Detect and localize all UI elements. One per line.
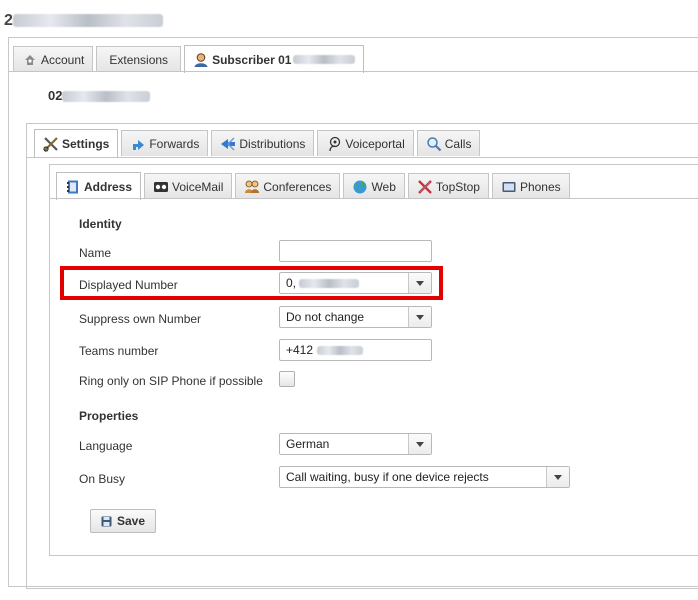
globe-icon (352, 179, 368, 195)
tab-distributions[interactable]: Distributions (211, 130, 315, 156)
tab-topstop[interactable]: TopStop (407, 173, 489, 199)
tab-subscriber-label: Subscriber 01 (212, 52, 292, 67)
ring-sip-checkbox[interactable] (279, 371, 295, 387)
teams-value: +412 (286, 343, 314, 357)
tabs-level2: Settings Forwards Distributions Voicepor… (34, 128, 483, 157)
tab-settings[interactable]: Settings (34, 129, 119, 157)
address-book-icon (65, 179, 81, 195)
onbusy-select[interactable]: Call waiting, busy if one device rejects (279, 466, 570, 488)
redacted-text (317, 345, 364, 355)
tab-subscriber[interactable]: Subscriber 01 (184, 45, 365, 73)
tab-address-label: Address (84, 179, 133, 194)
account-icon (22, 52, 38, 68)
tab-divider (27, 157, 698, 158)
voicemail-icon (153, 179, 169, 195)
teams-field[interactable]: +412 (279, 339, 432, 361)
main-panel: Account Extensions Subscriber 01 02 Sett… (8, 37, 698, 589)
tab-voiceportal[interactable]: Voiceportal (317, 130, 414, 156)
tab-voicemail[interactable]: VoiceMail (144, 173, 233, 199)
subscriber-icon (193, 52, 209, 68)
suppress-value: Do not change (286, 310, 365, 324)
onbusy-value: Call waiting, busy if one device rejects (286, 470, 489, 484)
tab-conferences-label: Conferences (263, 179, 332, 194)
tab-web[interactable]: Web (343, 173, 405, 199)
identity-heading: Identity (79, 217, 122, 231)
suppress-select[interactable]: Do not change (279, 306, 432, 328)
tab-divider (9, 71, 698, 72)
distribution-icon (220, 136, 236, 152)
chevron-down-icon[interactable] (546, 467, 569, 487)
wrench-scissors-icon (43, 136, 59, 152)
save-icon (101, 516, 112, 527)
properties-heading: Properties (79, 409, 139, 423)
tab-distributions-label: Distributions (239, 136, 306, 151)
subscriber-number: 02 (48, 88, 151, 103)
voiceportal-icon (326, 136, 342, 152)
tab-extensions-label: Extensions (109, 52, 169, 67)
phone-icon (501, 179, 517, 195)
tab-topstop-label: TopStop (435, 179, 480, 194)
onbusy-label: On Busy (79, 472, 126, 486)
tab-web-label: Web (371, 179, 396, 194)
calls-icon (426, 136, 442, 152)
highlight-box (60, 266, 443, 300)
suppress-label: Suppress own Number (79, 312, 202, 326)
redacted-text (62, 91, 151, 103)
topstop-icon (417, 179, 433, 195)
tabs-level1: Account Extensions Subscriber 01 (13, 44, 367, 73)
tab-conferences[interactable]: Conferences (235, 173, 341, 199)
tab-calls[interactable]: Calls (416, 130, 481, 156)
redacted-text (293, 55, 356, 64)
tab-extensions[interactable]: Extensions (96, 46, 182, 72)
ring-label: Ring only on SIP Phone if possible (79, 374, 263, 388)
tab-voiceportal-label: Voiceportal (345, 136, 405, 151)
forward-arrow-icon (130, 136, 146, 152)
save-label: Save (116, 514, 146, 528)
settings-panel: Address VoiceMail Conferences Web TopSto… (49, 164, 698, 556)
language-label: Language (79, 439, 133, 453)
chevron-down-icon[interactable] (408, 307, 431, 327)
name-label: Name (79, 246, 112, 260)
tab-phones[interactable]: Phones (491, 173, 570, 199)
tab-voicemail-label: VoiceMail (172, 179, 224, 194)
tab-settings-label: Settings (62, 136, 110, 151)
tab-address[interactable]: Address (56, 172, 142, 200)
tab-calls-label: Calls (444, 136, 472, 151)
tab-forwards-label: Forwards (149, 136, 200, 151)
teams-label: Teams number (79, 344, 159, 358)
page-title: 2 (4, 12, 164, 30)
tab-account-label: Account (41, 52, 85, 67)
tab-phones-label: Phones (519, 179, 561, 194)
tab-divider (50, 198, 698, 199)
tabs-level3: Address VoiceMail Conferences Web TopSto… (56, 171, 573, 200)
chevron-down-icon[interactable] (408, 434, 431, 454)
conference-icon (244, 179, 260, 195)
subscriber-panel: Settings Forwards Distributions Voicepor… (26, 123, 698, 589)
language-select[interactable]: German (279, 433, 432, 455)
tab-account[interactable]: Account (13, 46, 94, 72)
name-field[interactable] (279, 240, 432, 262)
save-button[interactable]: Save (90, 509, 156, 533)
redacted-text (13, 14, 164, 28)
tab-forwards[interactable]: Forwards (121, 130, 209, 156)
language-value: German (286, 437, 330, 451)
